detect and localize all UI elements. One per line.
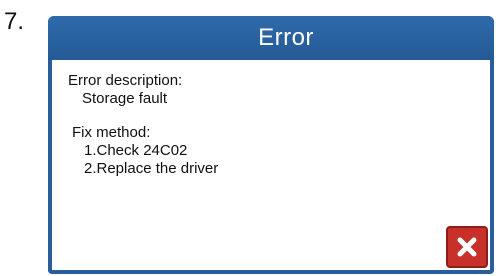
error-description-value: Storage fault	[82, 90, 168, 107]
error-dialog: Error Error description: Storage fault F…	[48, 16, 494, 274]
step-number: 7.	[4, 8, 25, 35]
dialog-title: Error	[258, 24, 314, 51]
error-description-label: Error description:	[68, 72, 183, 89]
dialog-body: Error description: Storage fault Fix met…	[68, 72, 218, 178]
fix-method-label: Fix method:	[72, 124, 151, 141]
close-x-icon	[457, 237, 477, 257]
dialog-title-bar: Error	[48, 16, 494, 60]
fix-step-item: 2.Replace the driver	[84, 160, 219, 177]
close-button[interactable]	[446, 226, 488, 268]
fix-step-item: 1.Check 24C02	[84, 142, 188, 159]
